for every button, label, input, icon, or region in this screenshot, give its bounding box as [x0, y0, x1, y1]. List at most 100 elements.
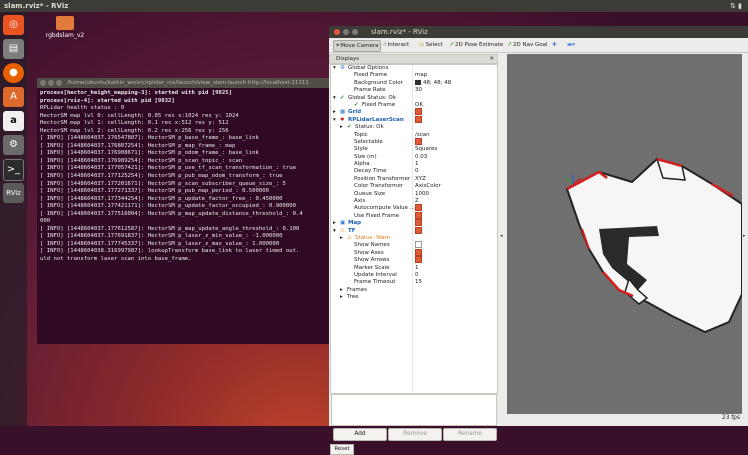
display-property-row[interactable]: ▾ ⚠ TF: [331, 226, 497, 235]
remove-button[interactable]: Remove: [388, 428, 442, 441]
expanded-arrow-icon[interactable]: ▾: [333, 65, 336, 72]
color-swatch[interactable]: [415, 79, 421, 85]
terminal-icon[interactable]: >_: [3, 159, 24, 181]
expanded-arrow-icon[interactable]: ▾: [333, 228, 336, 235]
display-property-row[interactable]: ▸ ✔ Status: Ok: [331, 124, 497, 131]
display-property-row[interactable]: Axis Z: [331, 198, 497, 205]
property-value[interactable]: 1000: [415, 191, 429, 198]
display-property-row[interactable]: ▸ ⚠ Status: Warn: [331, 235, 497, 242]
maximize-icon[interactable]: [352, 29, 358, 35]
display-property-row[interactable]: Color Transformer AxisColor: [331, 183, 497, 190]
reset-button[interactable]: Reset: [330, 444, 354, 455]
display-property-row[interactable]: Selectable: [331, 137, 497, 146]
terminal-output[interactable]: process[hector_height_mapping-3]: starte…: [37, 88, 329, 344]
property-value[interactable]: 0: [415, 272, 419, 279]
collapsed-arrow-icon[interactable]: ▸: [340, 235, 343, 242]
display-property-row[interactable]: Frame Rate 30: [331, 87, 497, 94]
display-property-row[interactable]: Show Names: [331, 241, 497, 249]
select-tool[interactable]: ▭Select: [417, 40, 445, 50]
collapsed-arrow-icon[interactable]: ▸: [340, 287, 343, 294]
minimize-icon[interactable]: [343, 29, 349, 35]
minimize-icon[interactable]: [48, 80, 54, 86]
settings-icon[interactable]: ⚙: [3, 135, 24, 155]
property-value[interactable]: 48; 48; 48: [415, 79, 451, 87]
collapsed-arrow-icon[interactable]: ▸: [340, 294, 343, 301]
display-property-row[interactable]: Use Fixed Frame: [331, 211, 497, 220]
display-property-row[interactable]: ▾ ✔ Global Status: Ok: [331, 95, 497, 102]
display-property-row[interactable]: Fixed Frame map: [331, 72, 497, 79]
checkbox[interactable]: [415, 137, 422, 145]
add-tool-button[interactable]: ✚: [550, 40, 559, 50]
property-value[interactable]: 1: [415, 161, 419, 168]
close-icon[interactable]: [40, 80, 46, 86]
expanded-arrow-icon[interactable]: ▾: [333, 95, 336, 102]
display-property-row[interactable]: ▸ ▦ Grid: [331, 108, 497, 116]
display-property-row[interactable]: Show Arrows: [331, 256, 497, 264]
checkbox[interactable]: [415, 226, 422, 234]
amazon-icon[interactable]: a: [3, 111, 24, 131]
property-value[interactable]: Squares: [415, 146, 437, 153]
display-property-row[interactable]: Alpha 1: [331, 161, 497, 168]
checkbox[interactable]: [415, 256, 422, 264]
3d-render-view[interactable]: [507, 54, 742, 414]
property-value[interactable]: XYZ: [415, 176, 426, 183]
property-value[interactable]: 0: [415, 168, 419, 175]
checkbox[interactable]: [415, 211, 422, 219]
display-property-row[interactable]: Frame Timeout 15: [331, 279, 497, 286]
system-tray[interactable]: ⇅ ▮: [730, 0, 742, 12]
property-value[interactable]: 15: [415, 279, 422, 286]
desktop-folder-rgbdslam[interactable]: rgbdslam_v2: [44, 16, 86, 39]
display-property-row[interactable]: ▸ Frames: [331, 287, 497, 294]
pose-estimate-tool[interactable]: ↗2D Pose Estimate: [447, 40, 505, 50]
tool-menu-button[interactable]: ▬▾: [565, 40, 577, 50]
checkbox[interactable]: [415, 219, 422, 227]
display-property-row[interactable]: Background Color 48; 48; 48: [331, 79, 497, 87]
close-icon[interactable]: ✕: [489, 55, 494, 63]
display-property-row[interactable]: ▸ Tree: [331, 294, 497, 301]
add-button[interactable]: Add: [333, 428, 387, 441]
checkbox[interactable]: [415, 115, 422, 123]
rviz-titlebar[interactable]: slam.rviz* - RViz: [329, 26, 748, 38]
display-property-row[interactable]: ▸ ▣ Map: [331, 219, 497, 227]
property-value[interactable]: map: [415, 72, 427, 79]
collapse-left-icon[interactable]: ◂: [500, 233, 503, 239]
display-property-row[interactable]: Style Squares: [331, 146, 497, 153]
displays-tree[interactable]: ▾ ⚙ Global Options Fixed Frame map Background…: [330, 64, 498, 394]
checkbox[interactable]: [415, 108, 422, 116]
display-property-row[interactable]: Autocompute Value ...: [331, 204, 497, 212]
display-property-row[interactable]: Marker Scale 1: [331, 265, 497, 272]
display-property-row[interactable]: ✔ Fixed Frame OK: [331, 102, 497, 109]
rviz-icon[interactable]: RViz: [3, 183, 24, 203]
ubuntu-dash-icon[interactable]: ◎: [3, 15, 24, 35]
rviz-window[interactable]: slam.rviz* - RViz ⌖Move Camera ☝Interact…: [329, 26, 748, 455]
collapsed-arrow-icon[interactable]: ▸: [333, 220, 336, 227]
display-property-row[interactable]: Position Transformer XYZ: [331, 176, 497, 183]
close-icon[interactable]: [334, 29, 340, 35]
display-property-row[interactable]: ▾ ✹ RPLidarLaserScan: [331, 115, 497, 124]
display-property-row[interactable]: Show Axes: [331, 248, 497, 257]
terminal-window[interactable]: /home/ubuntu/katkin_ws/src/rplidar_ros/l…: [37, 78, 329, 344]
nav-goal-tool[interactable]: ↗2D Nav Goal: [505, 40, 550, 50]
checkbox[interactable]: [415, 248, 422, 256]
maximize-icon[interactable]: [56, 80, 62, 86]
display-property-row[interactable]: Topic/scan: [331, 132, 497, 139]
interact-tool[interactable]: ☝Interact: [381, 40, 411, 50]
files-icon[interactable]: ▤: [3, 39, 24, 59]
property-value[interactable]: 0.03: [415, 154, 427, 161]
property-value[interactable]: 1: [415, 265, 419, 272]
rename-button[interactable]: Rename: [443, 428, 497, 441]
move-camera-tool[interactable]: ⌖Move Camera: [333, 40, 382, 52]
display-property-row[interactable]: Decay Time 0: [331, 168, 497, 175]
collapsed-arrow-icon[interactable]: ▸: [333, 109, 336, 116]
software-center-icon[interactable]: A: [3, 87, 24, 107]
checkbox[interactable]: [415, 204, 422, 212]
expanded-arrow-icon[interactable]: ▾: [333, 117, 336, 124]
firefox-icon[interactable]: ●: [3, 63, 24, 83]
display-property-row[interactable]: Update Interval 0: [331, 272, 497, 279]
display-property-row[interactable]: Queue Size 1000: [331, 191, 497, 198]
collapsed-arrow-icon[interactable]: ▸: [340, 124, 343, 131]
display-property-row[interactable]: ▾ ⚙ Global Options: [331, 65, 497, 72]
property-value[interactable]: AxisColor: [415, 183, 441, 190]
terminal-titlebar[interactable]: /home/ubuntu/katkin_ws/src/rplidar_ros/l…: [37, 78, 329, 88]
checkbox[interactable]: [415, 241, 422, 249]
